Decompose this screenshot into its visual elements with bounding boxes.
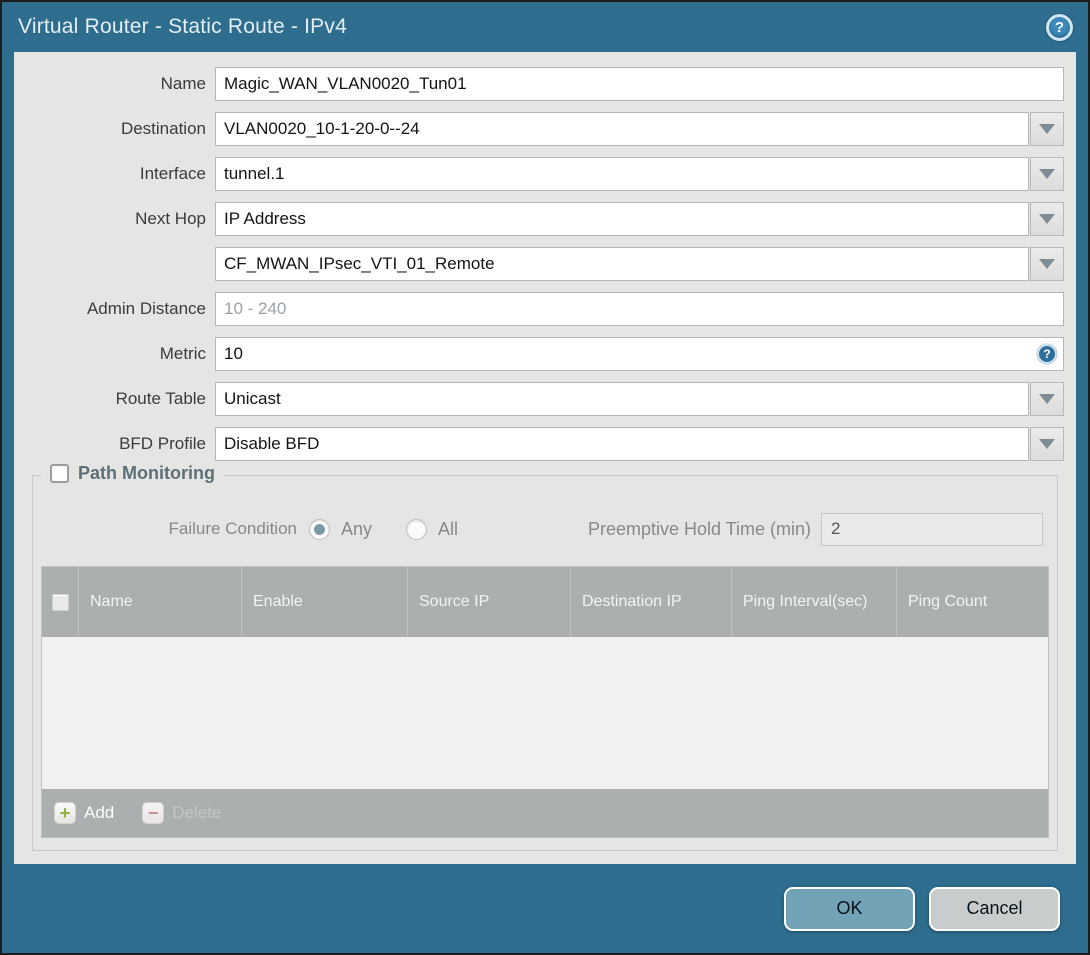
route-table-label: Route Table [115, 389, 206, 408]
radio-any[interactable] [309, 518, 330, 540]
admin-distance-row: Admin Distance [14, 292, 1064, 326]
route-table-dropdown-button[interactable] [1030, 382, 1064, 416]
minus-icon: − [142, 802, 165, 824]
name-input[interactable] [215, 67, 1064, 101]
add-button[interactable]: + Add [54, 802, 114, 824]
chevron-down-icon [1039, 394, 1055, 404]
destination-row: Destination [14, 112, 1064, 146]
dialog-title: Virtual Router - Static Route - IPv4 [18, 15, 347, 38]
next-hop-dropdown-button[interactable] [1030, 202, 1064, 236]
column-header-ping-count[interactable]: Ping Count [896, 567, 1048, 637]
bfd-profile-input[interactable] [215, 427, 1029, 461]
radio-all-label: All [438, 518, 459, 539]
dialog-titlebar: Virtual Router - Static Route - IPv4 ? [2, 2, 1088, 52]
name-row: Name [14, 67, 1064, 101]
column-header-destination-ip[interactable]: Destination IP [570, 567, 731, 637]
radio-any-label: Any [341, 518, 373, 539]
path-monitoring-table: Name Enable Source IP Destination IP Pin… [41, 566, 1049, 838]
dialog-body: Name Destination Interface [14, 52, 1076, 864]
failure-condition-label: Failure Condition [168, 519, 297, 538]
destination-dropdown-button[interactable] [1030, 112, 1064, 146]
admin-distance-label: Admin Distance [86, 299, 206, 318]
destination-label: Destination [120, 119, 206, 138]
admin-distance-input[interactable] [215, 292, 1064, 326]
ok-button[interactable]: OK [784, 886, 915, 931]
path-monitoring-checkbox[interactable] [50, 464, 69, 483]
chevron-down-icon [1039, 439, 1055, 449]
failure-condition-option-any: Any [309, 518, 373, 540]
column-header-name[interactable]: Name [78, 567, 241, 637]
delete-button[interactable]: − Delete [142, 802, 221, 824]
failure-condition-option-all: All [406, 518, 459, 540]
chevron-down-icon [1039, 214, 1055, 224]
chevron-down-icon [1039, 259, 1055, 269]
static-route-dialog: Virtual Router - Static Route - IPv4 ? N… [0, 0, 1090, 955]
next-hop-label: Next Hop [135, 209, 206, 228]
dialog-footer: OK Cancel [2, 864, 1088, 953]
metric-label: Metric [159, 344, 206, 363]
table-header-checkbox-cell [42, 567, 78, 637]
bfd-profile-dropdown-button[interactable] [1030, 427, 1064, 461]
name-label: Name [160, 74, 206, 93]
path-monitoring-legend: Path Monitoring [41, 463, 224, 484]
bfd-profile-label: BFD Profile [119, 434, 206, 453]
column-header-enable[interactable]: Enable [241, 567, 407, 637]
select-all-checkbox[interactable] [51, 593, 69, 611]
chevron-down-icon [1039, 124, 1055, 134]
interface-row: Interface [14, 157, 1064, 191]
table-header: Name Enable Source IP Destination IP Pin… [42, 567, 1048, 637]
next-hop-row: Next Hop [14, 202, 1064, 236]
chevron-down-icon [1039, 169, 1055, 179]
failure-condition-row: Failure Condition Any All Preemptive Hol… [33, 512, 1057, 546]
radio-all[interactable] [406, 518, 428, 540]
next-hop-address-dropdown-button[interactable] [1030, 247, 1064, 281]
path-monitoring-section: Path Monitoring Failure Condition Any Al… [32, 463, 1058, 851]
column-header-ping-interval[interactable]: Ping Interval(sec) [731, 567, 896, 637]
next-hop-type-input[interactable] [215, 202, 1029, 236]
interface-label: Interface [139, 164, 206, 183]
table-footer: + Add − Delete [42, 789, 1048, 837]
add-button-label: Add [84, 803, 115, 822]
bfd-profile-row: BFD Profile [14, 427, 1064, 461]
interface-input[interactable] [215, 157, 1029, 191]
help-icon[interactable]: ? [1046, 13, 1073, 41]
plus-icon: + [54, 802, 76, 824]
interface-dropdown-button[interactable] [1030, 157, 1064, 191]
preemptive-hold-time-label: Preemptive Hold Time (min) [587, 518, 811, 539]
preemptive-hold-time-input[interactable] [821, 512, 1043, 546]
metric-row: Metric ? [14, 337, 1064, 371]
delete-button-label: Delete [172, 803, 222, 822]
next-hop-address-row [14, 247, 1064, 281]
metric-help-icon[interactable]: ? [1037, 344, 1057, 364]
cancel-button[interactable]: Cancel [929, 886, 1060, 931]
table-body-empty [42, 637, 1048, 789]
path-monitoring-title: Path Monitoring [78, 463, 215, 483]
route-table-input[interactable] [215, 382, 1029, 416]
destination-input[interactable] [215, 112, 1029, 146]
metric-input[interactable] [215, 337, 1064, 371]
column-header-source-ip[interactable]: Source IP [407, 567, 570, 637]
route-table-row: Route Table [14, 382, 1064, 416]
next-hop-address-input[interactable] [215, 247, 1029, 281]
preemptive-hold-time: Preemptive Hold Time (min) [587, 512, 1043, 546]
